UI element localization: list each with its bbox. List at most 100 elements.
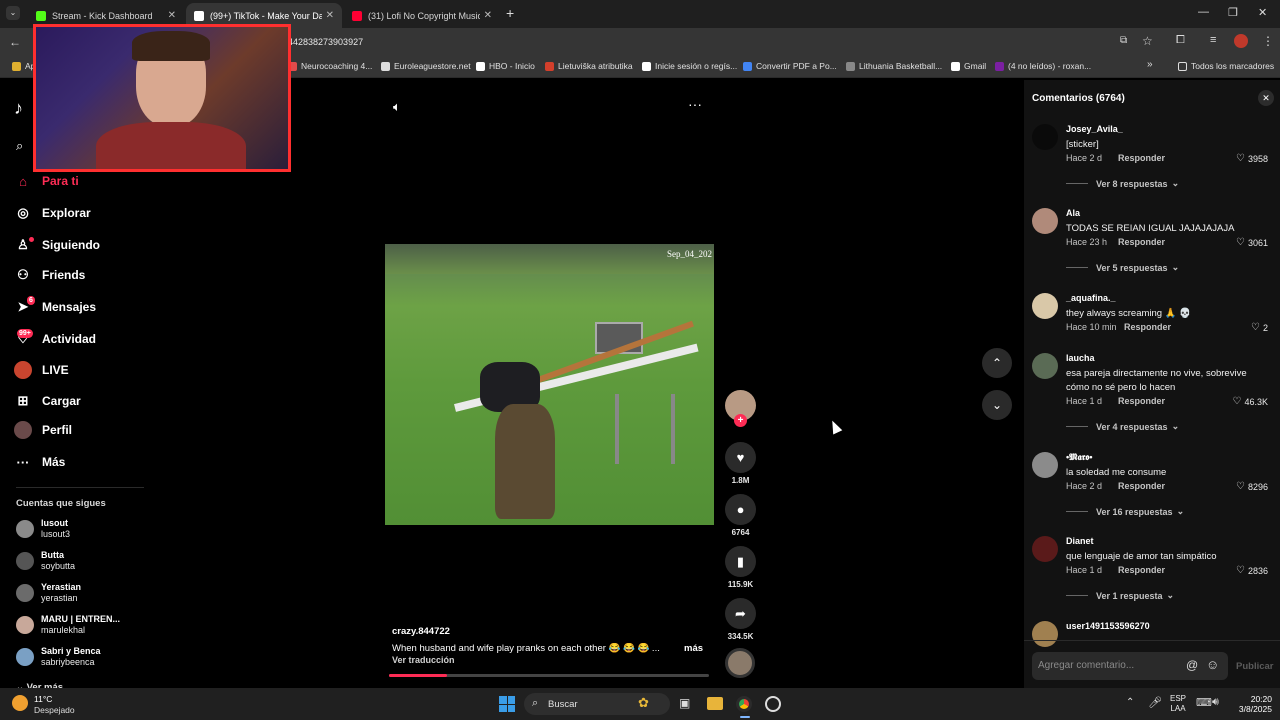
likes-button[interactable]: ♥ — [725, 442, 756, 473]
sound-disc[interactable] — [725, 648, 755, 678]
bookmark-item[interactable]: Convertir PDF a Po... — [743, 61, 837, 71]
comment-like-button[interactable]: ♡ 2 — [1251, 322, 1268, 333]
following-account[interactable]: Sabri y Benca sabriybeenca — [16, 643, 146, 671]
previous-video-button[interactable]: ⌃ — [982, 348, 1012, 378]
following-account[interactable]: lusout lusout3 — [16, 515, 146, 543]
view-replies-button[interactable]: Ver 16 respuestas ⌄ — [1066, 506, 1184, 517]
sidebar-item-perfil[interactable]: ◉ Perfil — [14, 421, 72, 439]
maximize-icon[interactable]: ❐ — [1228, 6, 1238, 19]
shares-button[interactable]: ➦ — [725, 598, 756, 629]
reply-button[interactable]: Responder — [1118, 237, 1165, 247]
bookmark-item[interactable]: HBO - Inicio — [476, 61, 535, 71]
view-replies-button[interactable]: Ver 5 respuestas ⌄ — [1066, 262, 1179, 273]
file-explorer-icon[interactable] — [707, 697, 723, 710]
obs-icon[interactable] — [765, 696, 781, 712]
avatar[interactable] — [1032, 208, 1058, 234]
windows-start-icon[interactable] — [499, 696, 515, 712]
view-replies-button[interactable]: Ver 1 respuesta ⌄ — [1066, 590, 1174, 601]
profile-avatar-icon[interactable] — [1234, 34, 1248, 48]
sidebar-item-explorar[interactable]: ◎ Explorar — [14, 204, 90, 222]
minimize-icon[interactable]: — — [1198, 6, 1209, 18]
view-replies-button[interactable]: Ver 8 respuestas ⌄ — [1066, 178, 1179, 189]
weather-icon[interactable] — [12, 695, 28, 711]
chrome-icon[interactable] — [736, 696, 752, 712]
following-account[interactable]: Yerastian yerastian — [16, 579, 146, 607]
bookmark-item[interactable]: Lithuania Basketball... — [846, 61, 942, 71]
avatar[interactable] — [1032, 621, 1058, 647]
tab-close-icon[interactable]: ✕ — [484, 10, 492, 21]
saves-button[interactable]: ▮ — [725, 546, 756, 577]
bookmarks-overflow-icon[interactable]: » — [1147, 59, 1153, 70]
url-field[interactable]: 442838273903927 — [288, 32, 1110, 52]
microphone-icon[interactable]: 🎤︎ — [1148, 696, 1162, 709]
reply-button[interactable]: Responder — [1118, 153, 1165, 163]
sidebar-item-live[interactable]: ● LIVE — [14, 361, 69, 379]
publish-button[interactable]: Publicar — [1236, 661, 1274, 672]
bookmark-item[interactable]: Neurocoaching 4... — [288, 61, 372, 71]
comment-username[interactable]: user1491153596270 — [1066, 621, 1150, 631]
avatar[interactable] — [1032, 353, 1058, 379]
chevron-up-icon[interactable]: ⌃ — [1126, 697, 1134, 708]
bookmark-item[interactable]: Euroleaguestore.net — [381, 61, 471, 71]
comment-like-button[interactable]: ♡ 8296 — [1236, 481, 1268, 492]
network-icon[interactable]: ⌨ — [1196, 696, 1212, 709]
volume-tray-icon[interactable]: 🔊︎ — [1212, 696, 1219, 709]
comment-username[interactable]: _aquafina._ — [1066, 293, 1116, 303]
volume-icon[interactable]: 🔈︎ — [393, 99, 401, 115]
reply-button[interactable]: Responder — [1118, 481, 1165, 491]
following-account[interactable]: MARU | ENTREN... marulekhal — [16, 611, 146, 639]
close-comments-button[interactable]: ✕ — [1258, 90, 1274, 106]
comment-like-button[interactable]: ♡ 3061 — [1236, 237, 1268, 248]
avatar[interactable] — [1032, 124, 1058, 150]
tiktok-logo[interactable]: ♪ — [14, 98, 23, 119]
bookmark-star-icon[interactable]: ☆ — [1142, 34, 1153, 48]
avatar[interactable] — [1032, 293, 1058, 319]
view-replies-button[interactable]: Ver 4 respuestas ⌄ — [1066, 421, 1179, 432]
task-view-icon[interactable]: ▣ — [679, 696, 690, 710]
sidebar-item-cargar[interactable]: ⊞ Cargar — [14, 392, 81, 410]
comment-username[interactable]: Ala — [1066, 208, 1080, 218]
tab-search-chevron-icon[interactable]: ⌄ — [6, 6, 20, 20]
caption-more-link[interactable]: más — [684, 643, 703, 654]
install-app-icon[interactable]: ⧉ — [1120, 35, 1127, 46]
emoji-icon[interactable]: ☺ — [1206, 657, 1219, 672]
search-icon[interactable]: ⌕ — [16, 138, 23, 154]
new-tab-button[interactable]: + — [506, 5, 514, 21]
taskbar-search[interactable]: ⌕ Buscar ✿ — [524, 693, 670, 715]
reply-button[interactable]: Responder — [1118, 565, 1165, 575]
extensions-icon[interactable]: ⧠ — [1176, 34, 1185, 47]
avatar[interactable] — [1032, 452, 1058, 478]
bookmark-item[interactable]: Lietuviška atributika — [545, 61, 633, 71]
translate-link[interactable]: Ver traducción — [392, 655, 455, 665]
next-video-button[interactable]: ⌄ — [982, 390, 1012, 420]
browser-tab[interactable]: (31) Lofi No Copyright Music M ✕ — [344, 3, 500, 28]
mention-icon[interactable]: @ — [1186, 658, 1198, 672]
comment-like-button[interactable]: ♡ 46.3K — [1233, 396, 1269, 407]
sidebar-item-para-ti[interactable]: ⌂ Para ti — [14, 172, 79, 190]
bookmark-item[interactable]: Inicie sesión o regís... — [642, 61, 737, 71]
comments-button[interactable]: ● — [725, 494, 756, 525]
bookmark-all-folder[interactable]: Todos los marcadores — [1178, 61, 1274, 71]
comment-like-button[interactable]: ♡ 3958 — [1236, 153, 1268, 164]
video-frame[interactable]: Sep_04_202 — [385, 244, 714, 525]
tab-close-icon[interactable]: ✕ — [326, 10, 334, 21]
video-author[interactable]: crazy.844722 — [392, 626, 450, 637]
following-account[interactable]: Butta soybutta — [16, 547, 146, 575]
clock[interactable]: 20:20 3/8/2025 — [1232, 694, 1272, 714]
sidebar-item-más[interactable]: ··· Más — [14, 453, 66, 471]
comment-like-button[interactable]: ♡ 2836 — [1236, 565, 1268, 576]
reading-list-icon[interactable]: ≡ — [1210, 34, 1216, 46]
bookmark-item[interactable]: Gmail — [951, 61, 986, 71]
tab-close-icon[interactable]: ✕ — [168, 10, 176, 21]
video-options-icon[interactable]: ··· — [688, 96, 702, 112]
reply-button[interactable]: Responder — [1124, 322, 1171, 332]
reply-button[interactable]: Responder — [1118, 396, 1165, 406]
bookmark-apps[interactable]: Ap — [12, 61, 35, 71]
bookmark-item[interactable]: (4 no leídos) - roxan... — [995, 61, 1091, 71]
comment-username[interactable]: Josey_Avila_ — [1066, 124, 1123, 134]
sidebar-item-siguiendo[interactable]: ♙ Siguiendo — [14, 236, 100, 254]
follow-plus-icon[interactable]: + — [734, 414, 747, 427]
avatar[interactable] — [1032, 536, 1058, 562]
progress-track[interactable] — [389, 674, 709, 677]
close-window-icon[interactable]: ✕ — [1258, 6, 1267, 19]
